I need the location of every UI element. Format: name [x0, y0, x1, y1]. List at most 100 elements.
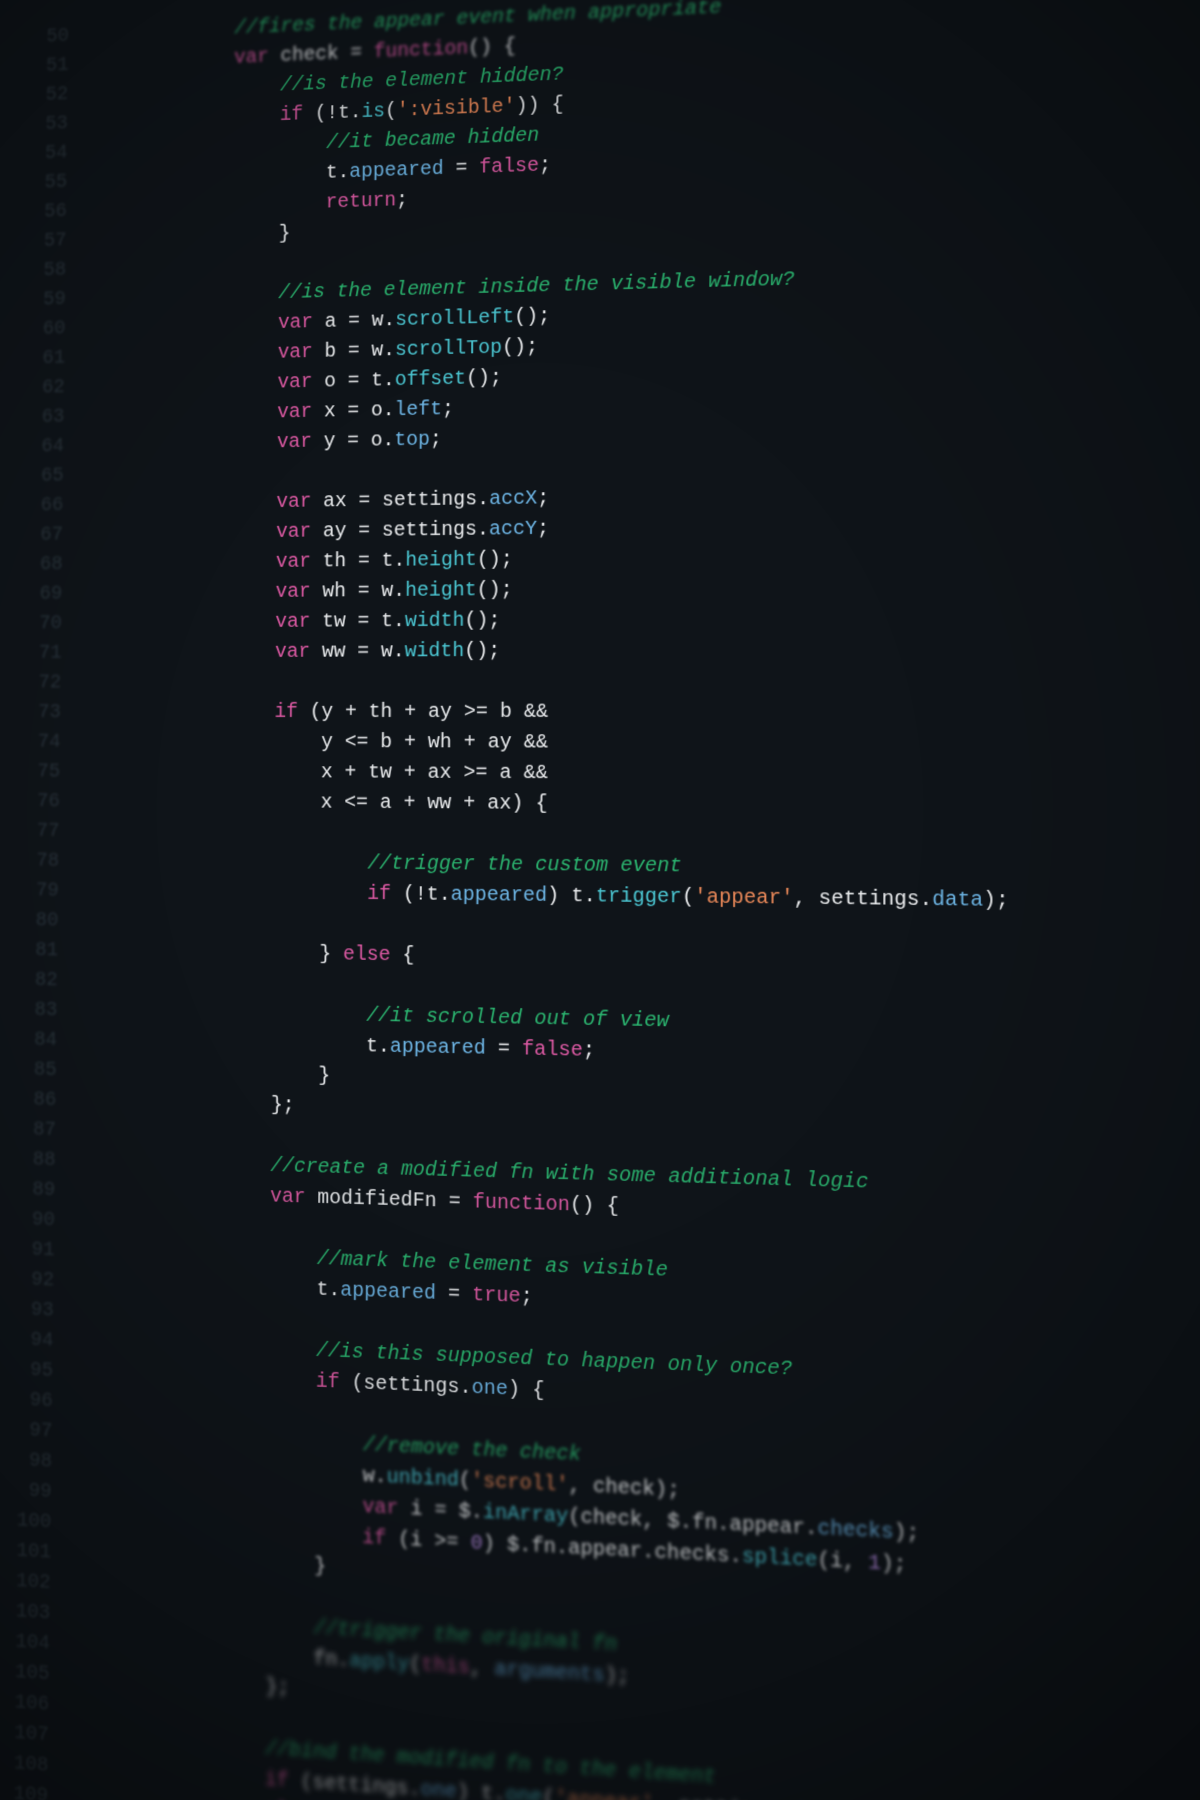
token-op: );	[894, 1521, 920, 1547]
code-line: if (y + th + ay >= b &&	[89, 696, 1200, 728]
token-op: , check);	[569, 1474, 680, 1503]
token-kw: return	[326, 189, 397, 214]
token-op: ();	[477, 548, 513, 572]
token-kw: var	[278, 341, 313, 365]
line-number: 80	[11, 906, 59, 936]
token-op: =	[436, 1282, 472, 1307]
token-op: ;	[442, 398, 454, 421]
line-number: 74	[13, 728, 61, 758]
token-op: (	[459, 1469, 471, 1493]
token-kw: this	[421, 1654, 470, 1681]
token-fn: width	[405, 610, 465, 634]
token-op: x + tw + ax >= a &&	[321, 761, 548, 785]
token-kw: var	[362, 1495, 398, 1520]
token-op: );	[983, 889, 1009, 913]
line-number: 102	[3, 1566, 51, 1599]
token-op: = w.	[348, 309, 395, 333]
token-op: ();	[464, 609, 500, 633]
line-number: 105	[1, 1657, 49, 1690]
line-number: 56	[20, 197, 67, 228]
line-number: 58	[19, 256, 66, 287]
line-number: 73	[13, 698, 61, 728]
line-number: 85	[9, 1055, 57, 1086]
token-id: tw	[310, 610, 357, 633]
line-number: 95	[5, 1355, 53, 1387]
token-op: }	[314, 1555, 326, 1579]
token-id: y	[312, 430, 347, 454]
token-op: =	[350, 41, 374, 65]
token-op: ) t.	[457, 1781, 506, 1800]
code-area[interactable]: //fires the appear event when appropriat…	[67, 0, 1200, 1800]
token-fn: scrollLeft	[395, 306, 514, 332]
token-op: (	[385, 100, 397, 123]
token-op: ;	[539, 154, 551, 178]
line-number: 91	[7, 1235, 55, 1267]
line-number: 109	[0, 1779, 48, 1800]
token-fn: one	[506, 1784, 543, 1800]
token-op: ;	[537, 487, 549, 510]
line-number: 71	[14, 639, 62, 669]
line-number: 94	[6, 1325, 54, 1357]
token-num: 0	[471, 1532, 483, 1556]
token-op: ();	[464, 640, 500, 663]
token-fn: width	[405, 640, 465, 664]
token-str: ':visible'	[397, 95, 516, 122]
token-id: ax	[311, 490, 358, 514]
line-number: 50	[22, 22, 69, 53]
token-cm: //it became hidden	[326, 124, 539, 155]
token-op: (settings.	[340, 1371, 472, 1400]
line-number: 52	[21, 80, 68, 111]
token-op: {	[391, 944, 415, 968]
code-line	[90, 665, 1200, 699]
token-op: )) {	[515, 93, 563, 118]
code-editor[interactable]: 5051525354555657585960616263646566676869…	[0, 0, 1200, 1800]
line-number: 92	[6, 1265, 54, 1297]
line-number: 55	[20, 168, 67, 199]
line-number: 61	[18, 344, 65, 374]
token-kw: true	[472, 1284, 521, 1309]
token-fn: scrollTop	[395, 337, 502, 363]
line-number: 106	[1, 1687, 49, 1720]
token-bl: appeared	[340, 1279, 436, 1306]
token-id: t.	[326, 161, 350, 185]
token-op: }	[318, 1064, 330, 1088]
token-kw: else	[343, 943, 391, 967]
token-op: () {	[570, 1194, 619, 1219]
token-op: =	[449, 1190, 473, 1214]
token-fn: apply	[349, 1650, 409, 1677]
line-number: 54	[20, 139, 67, 170]
token-op: = settings.	[358, 518, 489, 543]
token-id: ww	[310, 640, 357, 663]
token-kw: if	[316, 1370, 340, 1395]
line-number: 69	[15, 580, 63, 610]
line-number: 67	[16, 521, 64, 551]
token-kw: var	[275, 581, 310, 604]
token-kw: var	[277, 371, 312, 395]
token-op: };	[271, 1094, 295, 1118]
token-bl: appeared	[390, 1035, 486, 1060]
line-number: 51	[21, 51, 68, 82]
token-fn: offset	[395, 368, 466, 393]
line-number: 75	[13, 758, 61, 788]
token-op: = settings.	[358, 488, 489, 513]
token-op: = $.	[435, 1499, 484, 1525]
token-op: ();	[477, 579, 513, 603]
token-id: wh	[311, 580, 358, 603]
token-op: );	[881, 1552, 907, 1578]
token-op: () {	[468, 35, 516, 60]
token-op: (i >=	[386, 1528, 471, 1556]
line-number: 77	[12, 817, 60, 847]
line-number: 101	[3, 1536, 51, 1569]
token-fn: is	[361, 100, 385, 124]
token-str: 'scroll'	[471, 1470, 569, 1498]
token-op: ;	[521, 1285, 533, 1309]
token-id: t.	[366, 1035, 390, 1059]
token-kw: var	[276, 551, 311, 574]
token-kw: function	[473, 1191, 570, 1218]
token-id: fn.	[313, 1647, 349, 1673]
token-kw: if	[367, 883, 391, 907]
line-number: 60	[18, 315, 65, 345]
token-bl: accX	[489, 487, 537, 511]
token-id: b	[313, 340, 348, 364]
line-number: 89	[7, 1175, 55, 1206]
